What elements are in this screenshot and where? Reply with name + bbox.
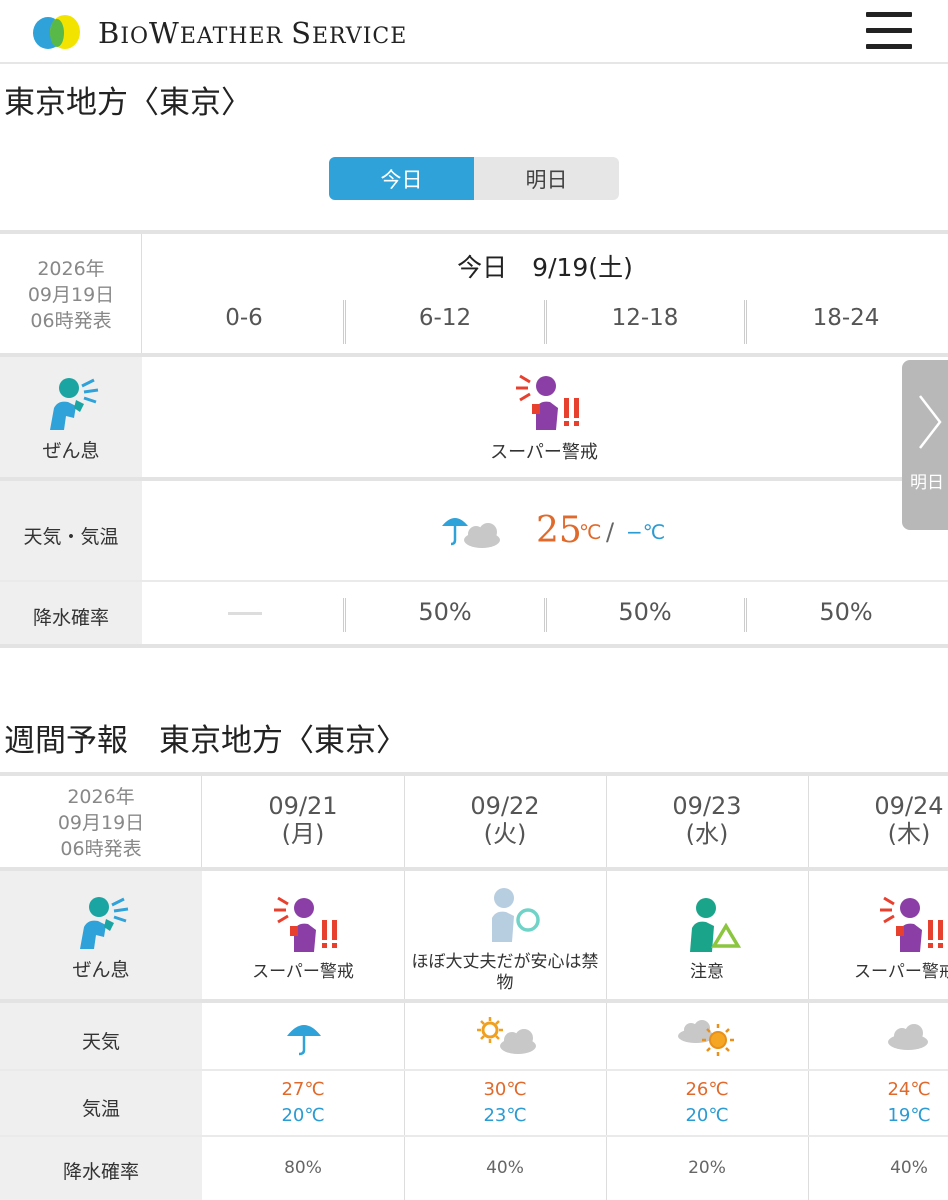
weekly-precip: 40%: [890, 1158, 928, 1178]
weekly-date: 09/23: [672, 792, 742, 820]
sun-cloud-icon: [477, 1017, 536, 1054]
brand-logo-icon[interactable]: [32, 12, 82, 52]
tab-today[interactable]: 今日: [329, 157, 474, 200]
hamburger-menu-icon[interactable]: [866, 12, 912, 50]
weekly-day-header: 09/23 (水): [606, 792, 808, 848]
weekly-precip: 40%: [486, 1158, 524, 1178]
issued-year: 2026年: [37, 258, 105, 280]
weekly-issued-year: 2026年: [67, 786, 135, 808]
super-alert-person-icon: [274, 896, 337, 952]
umbrella-icon: [287, 1025, 321, 1056]
safe-person-icon: [492, 888, 540, 942]
asthma-person-icon: [80, 897, 129, 949]
weekly-max-temp: 24℃: [887, 1079, 931, 1100]
divider: [0, 644, 948, 648]
weekly-risk-label: スーパー警戒: [252, 962, 354, 982]
divider: [0, 230, 948, 234]
weekly-day-header: 09/22 (火): [404, 792, 606, 848]
weekly-min-temp: 19℃: [887, 1105, 931, 1126]
temp-separator: /: [606, 518, 615, 546]
weekly-dow: (月): [281, 820, 325, 848]
precip-label: 降水確率: [32, 607, 109, 629]
super-alert-person-icon: [880, 896, 943, 952]
weekly-min-temp: 23℃: [483, 1105, 527, 1126]
period-0-6: 0-6: [225, 305, 263, 331]
divider: [343, 300, 346, 344]
caution-person-icon: [690, 898, 742, 952]
site-header: BIOWEATHER SERVICE: [0, 0, 948, 64]
weekly-dow: (水): [685, 820, 729, 848]
divider: [0, 477, 948, 481]
period-12-18: 12-18: [611, 305, 679, 331]
weekly-risk-label: ほぼ大丈夫だが安心は禁物: [411, 952, 599, 993]
page-title: 東京地方〈東京〉: [4, 85, 252, 121]
weekly-max-temp: 30℃: [483, 1079, 527, 1100]
cloud-sun-icon: [678, 1020, 734, 1056]
weekly-date: 09/24: [874, 792, 944, 820]
today-min-temp: −℃: [626, 520, 666, 544]
next-day-button[interactable]: [902, 360, 948, 530]
period-6-12: 6-12: [418, 305, 472, 331]
tab-tomorrow[interactable]: 明日: [474, 157, 619, 200]
weekly-title: 週間予報 東京地方〈東京〉: [4, 723, 407, 759]
weekly-date: 09/21: [268, 792, 338, 820]
today-max-unit: ℃: [579, 520, 602, 544]
next-day-label: 明日: [910, 473, 944, 493]
weekly-issued-cell: 2026年 09月19日 06時発表: [0, 776, 202, 868]
issued-date: 09月19日: [27, 284, 115, 306]
divider: [0, 580, 948, 582]
weather-temp-label: 天気・気温: [23, 526, 119, 548]
weekly-issued-time: 06時発表: [60, 838, 142, 860]
divider: [544, 300, 547, 344]
weekly-risk-label: スーパー警戒: [854, 962, 948, 982]
weekly-precip: 20%: [688, 1158, 726, 1178]
weekly-issued-date: 09月19日: [57, 812, 145, 834]
umbrella-cloud-icon: [442, 518, 500, 548]
weekly-min-temp: 20℃: [281, 1105, 325, 1126]
weekly-date: 09/22: [470, 792, 540, 820]
today-date: 今日 9/19(土): [457, 253, 633, 282]
period-18-24: 18-24: [812, 305, 880, 331]
weekly-weather-label: 天気: [81, 1031, 120, 1053]
divider: [744, 300, 747, 344]
today-max-temp: 25: [536, 510, 582, 551]
issued-cell: 2026年 09月19日 06時発表: [0, 234, 142, 354]
divider: [744, 598, 747, 632]
weekly-asthma-label: ぜん息: [72, 959, 130, 981]
weekly-dow: (火): [483, 820, 527, 848]
super-alert-person-icon: [516, 374, 579, 430]
cloud-icon: [888, 1024, 928, 1050]
weekly-min-temp: 20℃: [685, 1105, 729, 1126]
weekly-risk-label: 注意: [690, 962, 724, 982]
precip-12-18: 50%: [618, 598, 672, 626]
chevron-right-icon: [919, 395, 942, 449]
asthma-person-icon: [50, 378, 99, 430]
divider: [544, 598, 547, 632]
precip-6-12: 50%: [418, 598, 472, 626]
weekly-temp-label: 気温: [81, 1098, 120, 1120]
brand-name[interactable]: BIOWEATHER SERVICE: [98, 14, 407, 56]
asthma-label: ぜん息: [42, 440, 100, 462]
weekly-precip-label: 降水確率: [62, 1161, 139, 1183]
weekly-precip: 80%: [284, 1158, 322, 1178]
weekly-day-header: 09/21 (月): [202, 792, 404, 848]
day-tabs: 今日 明日: [329, 157, 619, 200]
divider: [343, 598, 346, 632]
precip-18-24: 50%: [819, 598, 873, 626]
today-risk-label: スーパー警戒: [490, 442, 598, 463]
weekly-day-header: 09/24 (木): [808, 792, 948, 848]
weekly-max-temp: 27℃: [281, 1079, 325, 1100]
precip-none-dash: [228, 612, 262, 615]
weekly-max-temp: 26℃: [685, 1079, 729, 1100]
weekly-dow: (木): [887, 820, 931, 848]
divider: [0, 353, 948, 357]
issued-time: 06時発表: [30, 310, 112, 332]
